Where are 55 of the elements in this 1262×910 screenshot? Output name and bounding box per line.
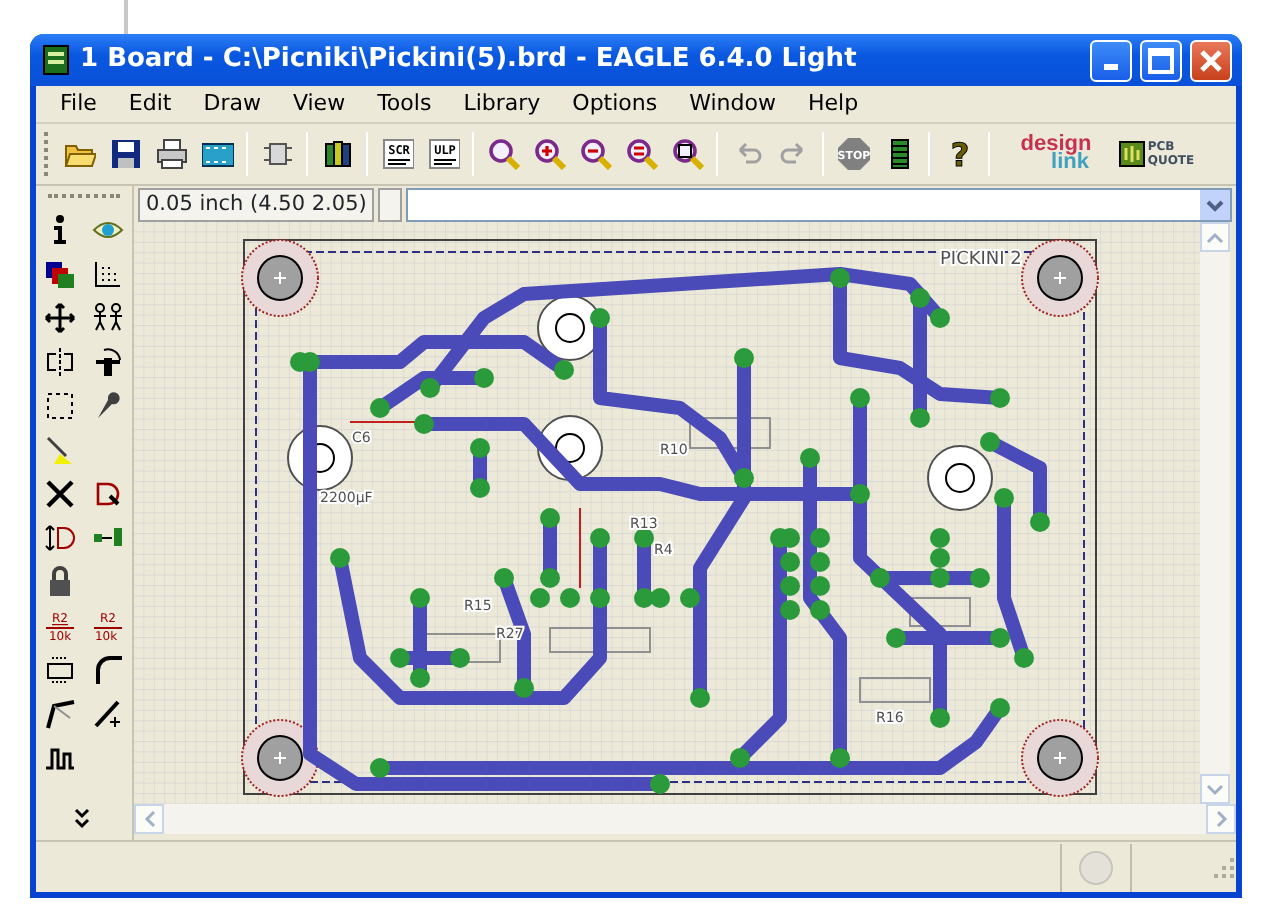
minimize-button[interactable] — [1090, 39, 1132, 81]
two-figures-icon[interactable] — [92, 302, 124, 334]
miter-icon[interactable] — [92, 654, 124, 686]
chevron-up-icon — [1206, 231, 1224, 243]
chevron-down-icon — [1206, 783, 1224, 795]
menu-item[interactable]: Draw — [187, 85, 277, 123]
film-strip-icon[interactable] — [201, 138, 233, 170]
menu-item[interactable]: Window — [673, 85, 792, 123]
menu-item[interactable]: Edit — [112, 85, 188, 123]
magnifier-icon[interactable] — [671, 138, 703, 170]
route-wire-icon[interactable] — [44, 434, 76, 466]
gate-add-icon[interactable] — [92, 478, 124, 510]
zoom-in-icon[interactable] — [533, 138, 565, 170]
coordinate-display: 0.05 inch (4.50 2.05) — [138, 187, 375, 221]
smash-icon[interactable] — [44, 654, 76, 686]
layers-icon[interactable] — [44, 258, 76, 290]
resize-grip-icon — [1212, 855, 1236, 879]
wire-add-icon[interactable] — [92, 698, 124, 730]
books-icon[interactable] — [321, 138, 353, 170]
dashed-rectangle-icon[interactable] — [44, 390, 76, 422]
wrench-icon[interactable] — [92, 390, 124, 422]
maximize-button[interactable] — [1140, 39, 1182, 81]
minimize-icon — [1104, 64, 1118, 71]
chip-icon[interactable] — [261, 138, 293, 170]
chevron-right-icon — [1215, 810, 1227, 828]
board-app-icon — [40, 44, 72, 76]
menu-item[interactable]: File — [44, 85, 113, 123]
mirror-icon[interactable] — [44, 346, 76, 378]
grid-icon[interactable] — [92, 258, 124, 290]
dropdown-arrow-button[interactable] — [1200, 189, 1230, 219]
rotate-icon[interactable] — [92, 346, 124, 378]
gate-swap-icon[interactable] — [44, 522, 76, 554]
close-button[interactable] — [1190, 39, 1232, 81]
stop-indicator-icon — [1078, 849, 1114, 885]
circuit-board-icon — [1117, 140, 1146, 168]
split-icon[interactable] — [44, 698, 76, 730]
status-indicator — [378, 187, 403, 221]
delete-cross-icon[interactable] — [44, 478, 76, 510]
chevron-left-icon — [143, 810, 155, 828]
move-arrows-icon[interactable] — [44, 302, 76, 334]
menu-item[interactable]: Library — [447, 85, 557, 123]
help-icon[interactable]: ? — [943, 138, 975, 170]
menu-item[interactable]: Options — [556, 85, 674, 123]
printer-icon[interactable] — [155, 138, 187, 170]
menu-item[interactable]: Help — [791, 85, 875, 123]
magnifier-icon[interactable] — [487, 138, 519, 170]
padlock-icon[interactable] — [44, 566, 76, 598]
command-input-field[interactable] — [406, 187, 1232, 221]
menu-item[interactable]: Tools — [361, 85, 448, 123]
zoom-out-icon[interactable] — [579, 138, 611, 170]
magnifier-icon[interactable] — [625, 138, 657, 170]
window-title: 1 Board - C:\Picniki\Pickini(5).brd - EAGLE 6.4.0 Light — [80, 42, 859, 79]
design-link-button[interactable]: design link — [1004, 128, 1108, 180]
menu-item[interactable]: View — [276, 85, 362, 123]
component-label: PICKINI 2 — [940, 250, 1022, 270]
